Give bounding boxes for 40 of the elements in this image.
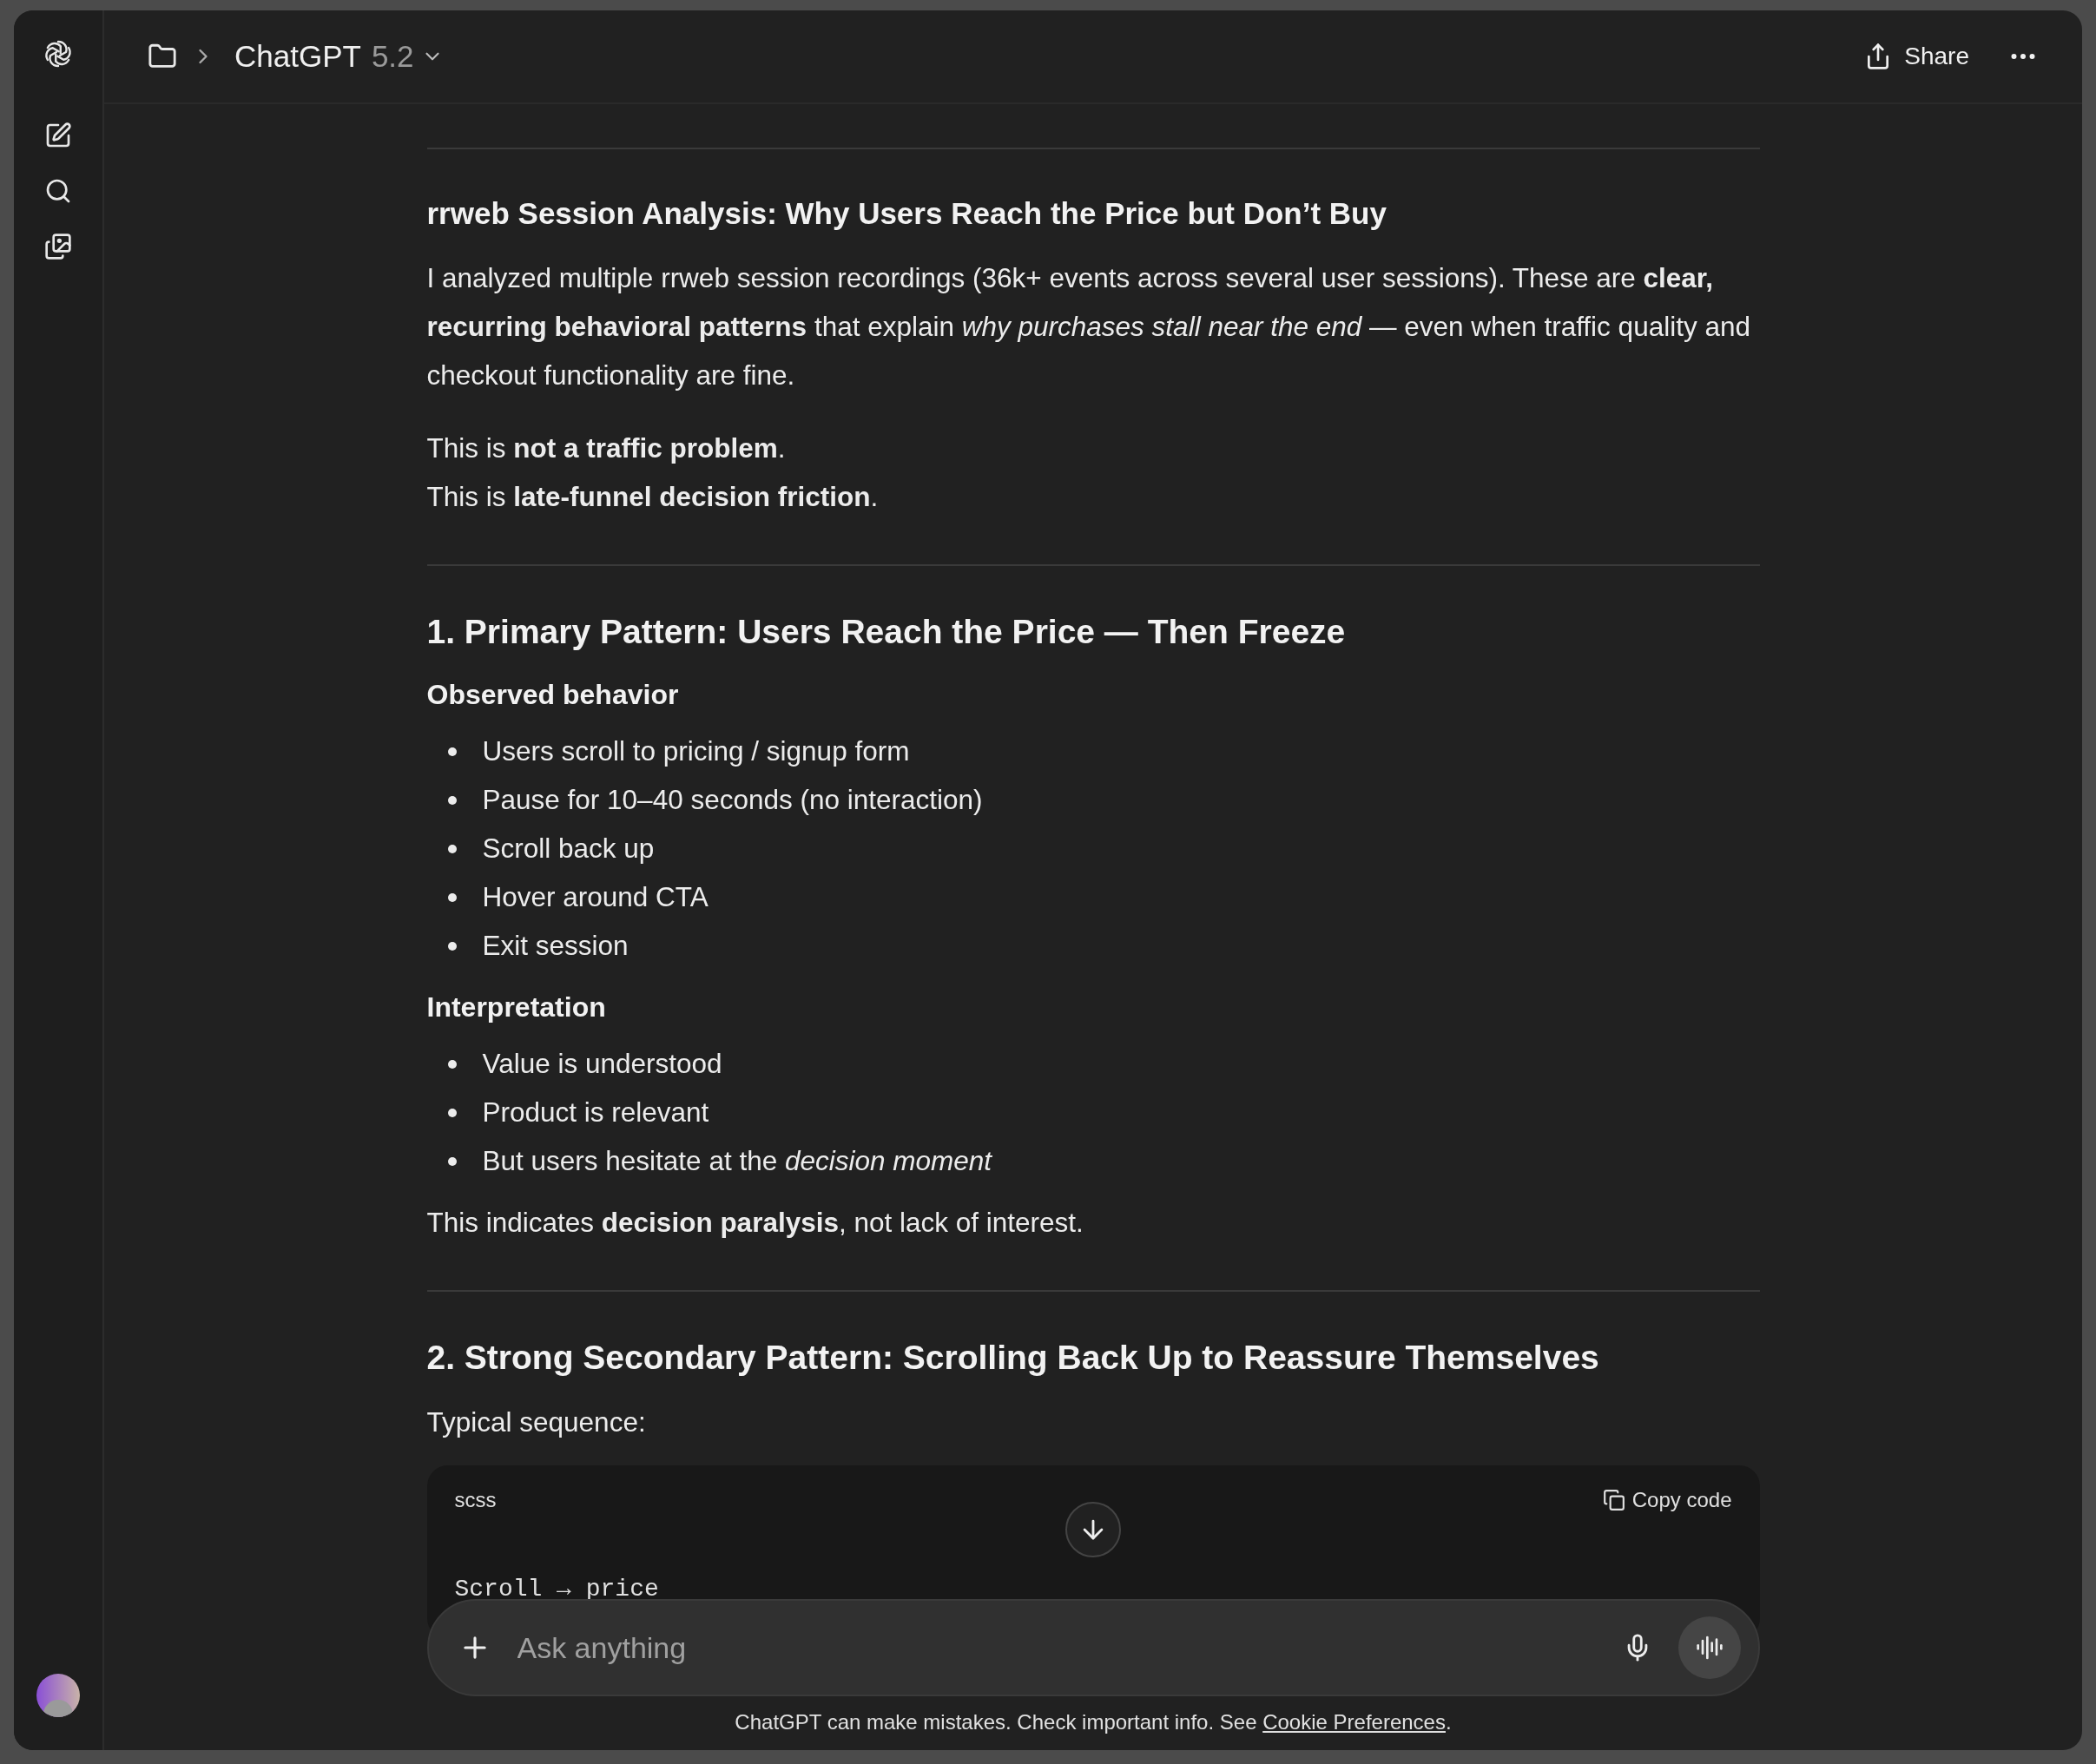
bullet-icon bbox=[447, 893, 457, 902]
list-item: Value is understood bbox=[482, 1047, 722, 1082]
disclaimer-text: ChatGPT can make mistakes. Check important info. See Cookie Preferences. bbox=[735, 1709, 1452, 1735]
message-composer[interactable]: Ask anything bbox=[426, 1599, 1760, 1696]
list-item: Users scroll to pricing / signup form bbox=[482, 734, 910, 769]
bullet-icon bbox=[447, 942, 457, 951]
copy-code-button[interactable]: Copy code bbox=[1602, 1484, 1732, 1516]
paragraph: This indicates decision paralysis, not lack of interest. bbox=[426, 1206, 1084, 1240]
bullet-icon bbox=[447, 747, 457, 756]
model-selector[interactable]: ChatGPT 5.2 bbox=[234, 33, 444, 80]
copy-icon bbox=[1602, 1489, 1625, 1511]
avatar[interactable] bbox=[36, 1674, 80, 1717]
section-heading: rrweb Session Analysis: Why Users Reach the Price but Don’t Buy bbox=[426, 195, 1387, 232]
bullet-icon bbox=[447, 1060, 457, 1069]
share-button[interactable]: Share bbox=[1864, 38, 1969, 75]
paragraph: I analyzed multiple rrweb session recordings (36k+ events across several user sessions). These are clear, recurring behavioral patterns that explain why purchases stall near the end — even when traffic quality and checkout functionality are fine. bbox=[426, 261, 1751, 392]
list-item: But users hesitate at the decision moment bbox=[482, 1144, 992, 1179]
message-input[interactable]: Ask anything bbox=[517, 1625, 1623, 1670]
search-icon[interactable] bbox=[44, 177, 72, 205]
list-item: Exit session bbox=[482, 929, 629, 964]
bullet-icon bbox=[447, 796, 457, 805]
code-language: scss bbox=[454, 1487, 497, 1513]
list-item: Pause for 10–40 seconds (no interaction) bbox=[482, 783, 983, 818]
bullet-icon bbox=[447, 845, 457, 853]
text-line: This is not a traffic problem. bbox=[426, 431, 786, 465]
list-item: Hover around CTA bbox=[482, 880, 709, 915]
subheading: Interpretation bbox=[426, 991, 607, 1024]
paragraph: Typical sequence: bbox=[426, 1405, 647, 1439]
bullet-icon bbox=[447, 1157, 457, 1166]
section-heading: 2. Strong Secondary Pattern: Scrolling Back Up to Reassure Themselves bbox=[426, 1338, 1600, 1378]
images-icon[interactable] bbox=[44, 233, 72, 260]
bullet-icon bbox=[447, 1109, 457, 1117]
new-chat-icon[interactable] bbox=[44, 122, 72, 149]
text-line: This is late-funnel decision friction. bbox=[426, 480, 879, 514]
waveform-icon bbox=[1695, 1634, 1724, 1662]
list-item: Scroll back up bbox=[482, 832, 655, 866]
list-item: Product is relevant bbox=[482, 1096, 709, 1130]
section-heading: 1. Primary Pattern: Users Reach the Price — Then Freeze bbox=[426, 612, 1347, 652]
cookie-preferences-link[interactable]: Cookie Preferences bbox=[1262, 1710, 1446, 1734]
subheading: Observed behavior bbox=[426, 678, 680, 712]
